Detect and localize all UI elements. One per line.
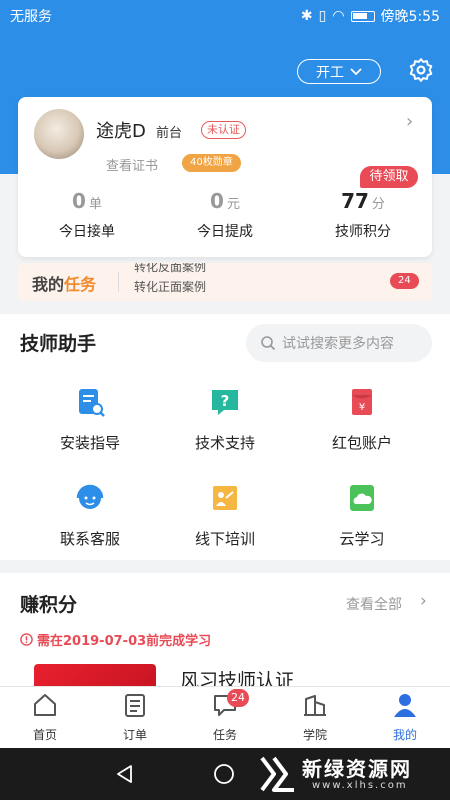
- deadline-notice: 需在2019-07-03前完成学习: [20, 630, 211, 649]
- orders-icon: [125, 694, 145, 717]
- cloud-learning-icon: [350, 485, 374, 511]
- home-icon: [34, 694, 56, 716]
- search-icon: [261, 336, 276, 351]
- stat-unit: 单: [88, 197, 102, 212]
- course-title: 风习技师认证: [180, 670, 295, 686]
- tool-label: 线下培训: [194, 530, 255, 548]
- nav-orders[interactable]: 订单: [90, 691, 180, 743]
- medal-count-badge[interactable]: 40枚勋章: [182, 154, 241, 172]
- watermark-logo-icon: [260, 756, 294, 792]
- nav-tasks[interactable]: 24 任务: [180, 689, 270, 743]
- assistant-section: 技师助手 试试搜索更多内容 安装指导 ? 技术支持 ¥ 红包账户 联系客服 线下…: [0, 314, 450, 560]
- view-all-link[interactable]: 查看全部: [346, 594, 402, 614]
- nav-badge: 24: [227, 689, 249, 707]
- task-ticker-line: 转化反面案例: [134, 263, 207, 274]
- stat-unit: 元: [226, 197, 240, 212]
- tool-customer-service[interactable]: 联系客服: [25, 482, 155, 549]
- profile-icon: [394, 694, 416, 717]
- view-certificate-link[interactable]: 查看证书: [106, 155, 158, 174]
- battery-icon: [350, 10, 375, 22]
- work-status-button[interactable]: 开工: [297, 59, 381, 84]
- tech-support-icon: ?: [212, 390, 238, 415]
- my-tasks-title-b: 任务: [64, 275, 97, 294]
- tool-offline-training[interactable]: 线下培训: [160, 482, 290, 549]
- nav-academy[interactable]: 学院: [270, 691, 360, 743]
- tool-red-envelope[interactable]: ¥ 红包账户: [297, 386, 427, 453]
- course-card[interactable]: 风习技师认证: [18, 656, 432, 686]
- nav-label: 订单: [122, 728, 147, 742]
- tool-cloud-learning[interactable]: 云学习: [297, 482, 427, 549]
- nav-label: 学院: [302, 728, 327, 742]
- tool-label: 技术支持: [194, 434, 255, 452]
- nav-profile[interactable]: 我的: [360, 691, 450, 743]
- bluetooth-icon: ✱: [300, 8, 313, 24]
- stat-today-orders[interactable]: 0单 今日接单: [18, 189, 156, 241]
- stat-value: 0: [72, 189, 86, 213]
- tool-label: 红包账户: [331, 434, 392, 452]
- watermark: 新绿资源网 www.xlhs.com: [258, 748, 438, 800]
- back-icon[interactable]: [113, 762, 137, 786]
- offline-training-icon: [213, 486, 237, 510]
- watermark-url: www.xlhs.com: [312, 780, 408, 791]
- bottom-nav: 首页 订单 24 任务 学院 我的: [0, 686, 450, 748]
- task-ticker: 转化反面案例 转化正面案例: [134, 263, 206, 297]
- customer-service-icon: [76, 484, 104, 509]
- user-role: 前台: [156, 126, 183, 141]
- alert-icon: [20, 633, 33, 646]
- task-count-badge: 24: [390, 273, 419, 289]
- verify-status-badge[interactable]: 未认证: [201, 121, 246, 139]
- vibrate-icon: ▯: [318, 8, 327, 24]
- stat-tech-points[interactable]: 77 分 技师积分: [294, 189, 432, 241]
- nav-label: 我的: [392, 728, 417, 742]
- earn-points-title: 赚积分: [20, 594, 78, 616]
- nav-home[interactable]: 首页: [0, 691, 90, 743]
- install-guide-icon: [79, 389, 105, 417]
- red-envelope-icon: ¥: [352, 389, 372, 415]
- tool-label: 云学习: [339, 530, 385, 548]
- wifi-icon: ◠: [332, 8, 345, 24]
- pending-claim-badge[interactable]: 待领取: [360, 166, 418, 188]
- svg-text:¥: ¥: [359, 402, 365, 413]
- stat-label: 技师积分: [335, 224, 391, 240]
- tool-label: 安装指导: [59, 434, 120, 452]
- chevron-down-icon: [350, 67, 362, 75]
- stat-label: 今日提成: [197, 224, 253, 240]
- svg-text:?: ?: [221, 392, 230, 410]
- nav-label: 首页: [32, 728, 57, 742]
- assistant-title: 技师助手: [20, 333, 97, 355]
- stat-label: 今日接单: [59, 224, 115, 240]
- tool-label: 联系客服: [59, 530, 120, 548]
- user-name: 途虎D: [96, 121, 146, 142]
- search-input[interactable]: 试试搜索更多内容: [246, 324, 432, 362]
- tool-tech-support[interactable]: ? 技术支持: [160, 386, 290, 453]
- watermark-name: 新绿资源网: [302, 757, 412, 781]
- my-tasks-title: 我的任务: [32, 271, 96, 295]
- stat-unit: 分: [371, 197, 385, 212]
- work-status-label: 开工: [316, 64, 344, 81]
- task-ticker-line: 转化正面案例: [134, 280, 207, 294]
- divider: [118, 272, 119, 292]
- clock-text: 傍晚5:55: [380, 9, 440, 25]
- tool-install-guide[interactable]: 安装指导: [25, 386, 155, 453]
- academy-icon: [304, 695, 326, 716]
- status-bar: 无服务 ✱ ▯ ◠ 傍晚5:55: [0, 0, 450, 32]
- chevron-right-icon[interactable]: ›: [420, 591, 427, 611]
- status-icons: ✱ ▯ ◠ 傍晚5:55: [301, 6, 440, 26]
- home-circle-icon[interactable]: [212, 762, 236, 786]
- profile-card[interactable]: 途虎D 前台 未认证 查看证书 40枚勋章 › 待领取 0单 今日接单 0元 今…: [18, 97, 432, 257]
- stat-today-commission[interactable]: 0元 今日提成: [156, 189, 294, 241]
- nav-label: 任务: [212, 728, 237, 742]
- stat-value: 0: [210, 189, 224, 213]
- deadline-text: 需在2019-07-03前完成学习: [37, 634, 212, 649]
- carrier-text: 无服务: [10, 9, 52, 25]
- earn-points-section: 赚积分 查看全部 › 需在2019-07-03前完成学习 风习技师认证: [0, 573, 450, 693]
- my-tasks-title-a: 我的: [32, 275, 65, 294]
- my-tasks-strip[interactable]: 我的任务 转化反面案例 转化正面案例 24: [18, 263, 432, 301]
- gear-icon[interactable]: [408, 57, 434, 83]
- stat-value: 77: [341, 189, 369, 213]
- course-thumbnail: [34, 664, 156, 686]
- chevron-right-icon[interactable]: ›: [406, 111, 413, 132]
- search-placeholder: 试试搜索更多内容: [282, 336, 394, 352]
- avatar[interactable]: [34, 109, 84, 159]
